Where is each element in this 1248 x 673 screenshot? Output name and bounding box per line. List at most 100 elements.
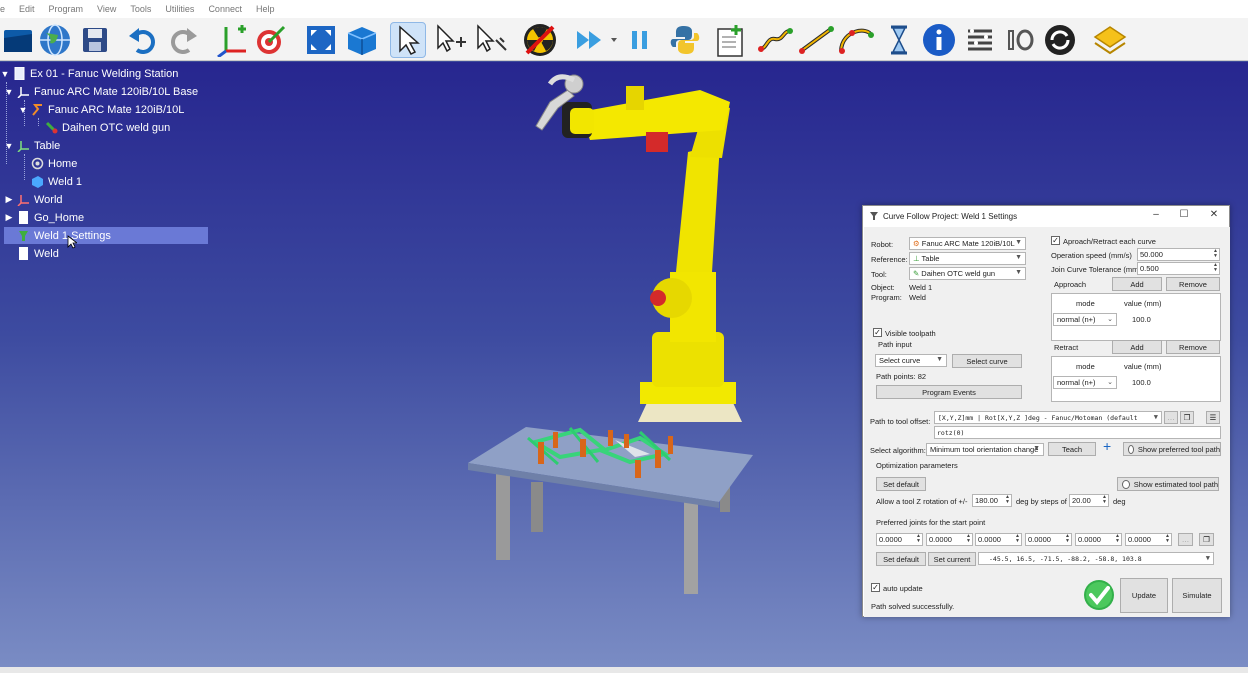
joint-6-input[interactable]: 0.0000 ▲ ▼ xyxy=(1125,533,1172,546)
tree-item-go-home[interactable]: ▶ Go_Home xyxy=(4,209,84,226)
program-events-button[interactable]: Program Events xyxy=(876,385,1022,399)
show-preferred-toggle[interactable]: Show preferred tool path xyxy=(1123,442,1221,456)
joints-set-current-button[interactable]: Set current xyxy=(928,552,976,566)
tree-item-table[interactable]: ▼ Table xyxy=(4,137,60,154)
select-targets-button[interactable] xyxy=(433,22,469,58)
menu-program[interactable]: Program xyxy=(49,4,84,14)
box-view-button[interactable] xyxy=(343,22,379,58)
tool-offset-input[interactable]: rotz(0) xyxy=(934,426,1221,439)
reference-select[interactable]: ⊥ Table ▼ xyxy=(909,252,1026,265)
algorithm-select[interactable]: Minimum tool orientation change ▼ xyxy=(926,443,1044,456)
visible-toolpath-checkbox[interactable]: ✓ xyxy=(873,328,882,337)
tree-item-weld-1-settings[interactable]: . Weld 1 Settings xyxy=(4,227,208,244)
program-call-button[interactable] xyxy=(1042,22,1078,58)
offset-menu-button[interactable]: ☰ xyxy=(1206,411,1220,424)
approach-retract-checkbox[interactable]: ✓ xyxy=(1051,236,1060,245)
simulate-button[interactable]: Simulate xyxy=(1172,578,1222,613)
cube-icon xyxy=(347,27,377,55)
menu-file[interactable]: e xyxy=(0,4,5,14)
pause-instruction-button[interactable] xyxy=(881,22,917,58)
tree-item-world[interactable]: ▶ World xyxy=(4,191,63,208)
retract-remove-button[interactable]: Remove xyxy=(1166,340,1220,354)
joints-set-default-button[interactable]: Set default xyxy=(876,552,926,566)
tree-item-home[interactable]: Home xyxy=(31,155,77,172)
menu-edit[interactable]: Edit xyxy=(19,4,35,14)
add-plus-icon[interactable]: + xyxy=(1103,438,1111,454)
teach-button[interactable]: Teach xyxy=(1048,442,1096,456)
fast-forward-button[interactable] xyxy=(572,22,622,58)
offset-edit-button[interactable]: … xyxy=(1164,411,1178,424)
retract-value[interactable]: 100.0 xyxy=(1132,378,1151,387)
tree-item-station[interactable]: ▼ Ex 01 - Fanuc Welding Station xyxy=(0,65,178,82)
set-io-button[interactable] xyxy=(962,22,998,58)
tree-item-weld[interactable]: Weld xyxy=(4,245,59,262)
tool-offset-format-select[interactable]: [X,Y,Z]mm | Rot[X,Y,Z ]deg - Fanuc/Motom… xyxy=(934,411,1162,424)
move-circular-button[interactable] xyxy=(838,22,874,58)
select-tool-button[interactable] xyxy=(473,22,509,58)
select-curve-button[interactable]: Select curve xyxy=(952,354,1022,368)
robot-scene[interactable] xyxy=(440,62,780,602)
joint-4-input[interactable]: 0.0000 ▲ ▼ xyxy=(1025,533,1072,546)
menu-tools[interactable]: Tools xyxy=(130,4,151,14)
python-script-button[interactable] xyxy=(667,22,703,58)
update-button[interactable]: Update xyxy=(1120,578,1168,613)
show-estimated-toggle[interactable]: Show estimated tool path xyxy=(1117,477,1219,491)
undo-button[interactable] xyxy=(125,22,161,58)
join-tolerance-input[interactable]: 0.500 ▲ ▼ xyxy=(1137,262,1220,275)
rotation-input[interactable]: 180.00 ▲ ▼ xyxy=(972,494,1012,507)
joints-edit-button[interactable]: … xyxy=(1178,533,1193,546)
fit-all-button[interactable] xyxy=(303,22,339,58)
select-pointer-button[interactable] xyxy=(390,22,426,58)
approach-remove-button[interactable]: Remove xyxy=(1166,277,1220,291)
redo-button[interactable] xyxy=(165,22,201,58)
tree-item-weld-1[interactable]: Weld 1 xyxy=(31,173,82,190)
joint-2-input[interactable]: 0.0000 ▲ ▼ xyxy=(926,533,973,546)
approach-value[interactable]: 100.0 xyxy=(1132,315,1151,324)
menu-help[interactable]: Help xyxy=(256,4,275,14)
joints-copy-button[interactable]: ❐ xyxy=(1199,533,1214,546)
robot-select[interactable]: ⚙ Fanuc ARC Mate 120iB/10L ▼ xyxy=(909,237,1026,250)
tree-item-robot-base[interactable]: ▼ Fanuc ARC Mate 120iB/10L Base xyxy=(4,83,198,100)
retract-mode-select[interactable]: normal (n+) ⌄ xyxy=(1053,376,1117,389)
sync-reload-button[interactable] xyxy=(1092,22,1128,58)
tool-select[interactable]: ✎ Daihen OTC weld gun ▼ xyxy=(909,267,1026,280)
operation-speed-input[interactable]: 50.000 ▲ ▼ xyxy=(1137,248,1220,261)
path-input-select[interactable]: Select curve ▼ xyxy=(875,354,947,367)
3d-viewport[interactable]: ▼ Ex 01 - Fanuc Welding Station ▼ Fanuc … xyxy=(0,62,1248,667)
io-wait-button[interactable] xyxy=(1002,22,1038,58)
add-program-button[interactable] xyxy=(712,22,748,58)
minimize-button[interactable]: – xyxy=(1149,209,1163,223)
message-button[interactable] xyxy=(921,22,957,58)
approach-add-button[interactable]: Add xyxy=(1112,277,1162,291)
maximize-button[interactable]: ☐ xyxy=(1177,209,1191,223)
show-preferred-radio[interactable] xyxy=(1128,444,1134,454)
current-joints-select[interactable]: -45.5, 16.5, -71.5, -88.2, -58.8, 103.8 ▼ xyxy=(978,552,1214,565)
tree-item-weld-gun[interactable]: Daihen OTC weld gun xyxy=(45,119,170,136)
add-target-button[interactable] xyxy=(253,22,289,58)
save-button[interactable] xyxy=(77,22,113,58)
menu-connect[interactable]: Connect xyxy=(208,4,242,14)
joint-5-input[interactable]: 0.0000 ▲ ▼ xyxy=(1075,533,1122,546)
collision-check-button[interactable] xyxy=(522,22,558,58)
move-joint-button[interactable] xyxy=(757,22,793,58)
tree-item-robot[interactable]: ▼ Fanuc ARC Mate 120iB/10L xyxy=(18,101,184,118)
pause-button[interactable] xyxy=(622,22,658,58)
steps-input[interactable]: 20.00 ▲ ▼ xyxy=(1069,494,1109,507)
retract-add-button[interactable]: Add xyxy=(1112,340,1162,354)
joint-3-input[interactable]: 0.0000 ▲ ▼ xyxy=(975,533,1022,546)
open-station-button[interactable] xyxy=(0,22,36,58)
set-default-button[interactable]: Set default xyxy=(876,477,926,491)
show-estimated-radio[interactable] xyxy=(1122,479,1130,489)
menu-view[interactable]: View xyxy=(97,4,116,14)
auto-update-label: auto update xyxy=(883,584,923,593)
auto-update-checkbox[interactable]: ✓ xyxy=(871,583,880,592)
joint-1-input[interactable]: 0.0000 ▲ ▼ xyxy=(876,533,923,546)
add-reference-frame-button[interactable] xyxy=(213,22,249,58)
menu-utilities[interactable]: Utilities xyxy=(165,4,194,14)
offset-copy-button[interactable]: ❐ xyxy=(1180,411,1194,424)
approach-mode-select[interactable]: normal (n+) ⌄ xyxy=(1053,313,1117,326)
world-globe-button[interactable] xyxy=(37,22,73,58)
close-button[interactable]: ✕ xyxy=(1207,209,1221,223)
dialog-titlebar[interactable]: Curve Follow Project: Weld 1 Settings xyxy=(863,206,1229,226)
move-linear-button[interactable] xyxy=(798,22,834,58)
